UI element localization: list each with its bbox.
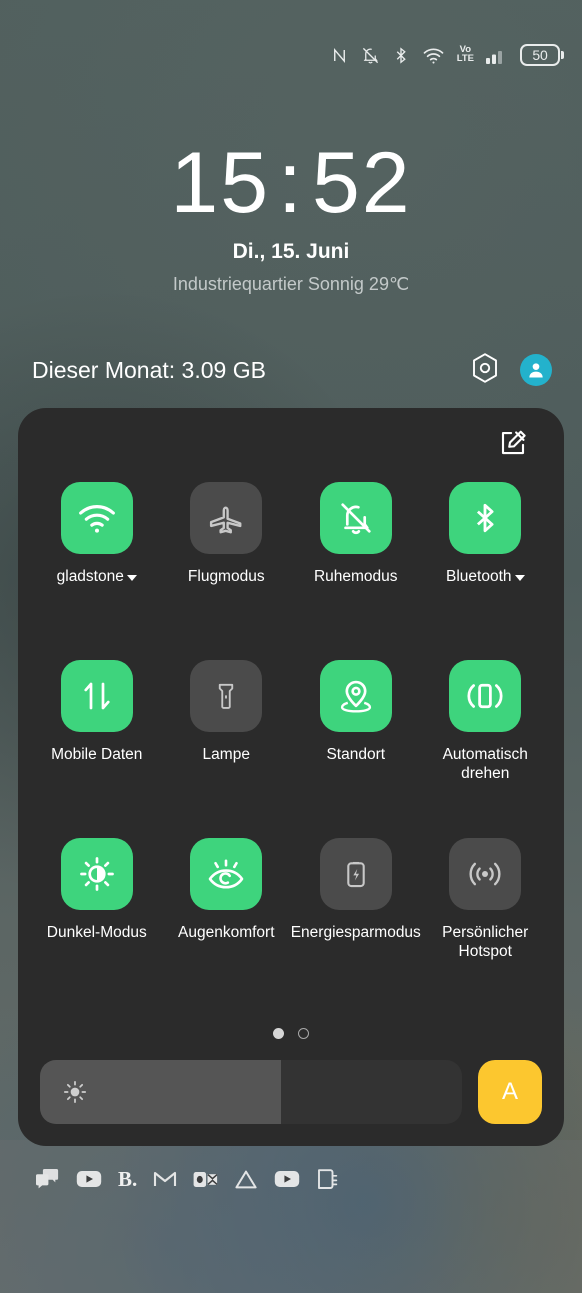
tile-label-flugmodus: Flugmodus [187,568,265,585]
quick-settings-panel: gladstone Flugmodus Ruhemodus Bluetooth … [18,408,564,1146]
tile-label-wrap: Dunkel-Modus [47,924,147,943]
tile-icon-battery-saver[interactable] [319,838,392,910]
drive-icon[interactable] [234,1169,258,1190]
chevron-down-icon[interactable] [514,575,525,581]
app-icon-strip: B. [36,1168,339,1190]
notes-icon[interactable] [316,1168,339,1190]
tile-icon-airplane[interactable] [190,482,263,554]
notifications-muted-icon [361,46,380,65]
tile-label-wrap: gladstone [57,568,137,587]
chevron-down-icon[interactable] [126,575,137,581]
b-app-icon[interactable]: B. [118,1168,137,1190]
battery-level-text: 50 [520,44,560,66]
tile-augenkomfort[interactable]: Augenkomfort [162,838,292,1016]
gmail-icon[interactable] [153,1169,177,1189]
nfc-icon [330,46,349,65]
outlook-icon[interactable] [193,1169,218,1190]
tile-label-wrap: Energiesparmodus [291,924,421,943]
clock-time: 15:52 [0,140,582,226]
tile-label-persoenlicher-hotspot: Persönlicher Hotspot [442,924,529,960]
tile-label-wrap: Automatisch drehen [424,746,546,784]
tile-label-wrap: Augenkomfort [178,924,275,943]
hexagon-settings-icon[interactable] [470,352,500,389]
tile-label-wrap: Persönlicher Hotspot [424,924,546,962]
tile-icon-bell-off[interactable] [319,482,392,554]
data-usage-text: Dieser Monat: 3.09 GB [32,356,266,383]
tile-label-wrap: Mobile Daten [51,746,142,765]
tile-persoenlicher-hotspot[interactable]: Persönlicher Hotspot [421,838,551,1016]
tile-flugmodus[interactable]: Flugmodus [162,482,292,660]
user-avatar-icon[interactable] [520,354,552,386]
tile-icon-bluetooth[interactable] [449,482,522,554]
brightness-row: A [18,1050,564,1124]
cellular-signal-icon [486,46,508,65]
tile-dunkel-modus[interactable]: Dunkel-Modus [32,838,162,1016]
tile-bluetooth[interactable]: Bluetooth [421,482,551,660]
page-dot-2[interactable] [298,1027,309,1039]
edit-pencil-icon[interactable] [498,428,528,463]
tile-lampe[interactable]: Lampe [162,660,292,838]
clock-hours: 15 [170,135,271,231]
youtube-icon[interactable] [76,1169,102,1189]
tile-icon-flashlight[interactable] [190,660,263,732]
data-usage-row: Dieser Monat: 3.09 GB [0,350,582,390]
tile-label-ruhemodus: Ruhemodus [313,568,398,585]
data-row-actions [470,352,552,389]
tile-label-bluetooth: Bluetooth [446,568,512,585]
page-indicator [18,1016,564,1050]
youtube-music-icon[interactable] [274,1169,300,1189]
volte-icon: Vo LTE [456,45,474,64]
tile-icon-dark-mode[interactable] [60,838,133,910]
tile-automatisch-drehen[interactable]: Automatisch drehen [421,660,551,838]
messages-icon[interactable] [36,1168,60,1190]
tile-label-dunkel-modus: Dunkel-Modus [46,924,147,941]
weather-text: Industriequartier Sonnig 29℃ [172,274,410,294]
tile-label-gladstone: gladstone [56,568,124,585]
tile-label-wrap: Flugmodus [188,568,265,587]
tile-mobile-daten[interactable]: Mobile Daten [32,660,162,838]
wifi-icon [422,46,445,65]
brightness-slider[interactable] [40,1060,462,1124]
brightness-sun-icon [62,1079,88,1105]
tile-ruhemodus[interactable]: Ruhemodus [291,482,421,660]
clock-date: Di., 15. Juni [232,240,350,263]
tile-label-wrap: Ruhemodus [314,568,398,587]
tile-gladstone[interactable]: gladstone [32,482,162,660]
tile-icon-hotspot[interactable] [449,838,522,910]
tile-label-wrap: Standort [326,746,385,765]
battery-indicator: 50 [520,44,564,66]
tile-icon-auto-rotate[interactable] [449,660,522,732]
auto-brightness-button[interactable]: A [478,1060,542,1124]
tile-icon-data-transfer[interactable] [60,660,133,732]
clock-minutes: 52 [311,135,412,231]
lockscreen-clock-area: 15:52 Di., 15. Juni Industriequartier So… [0,140,582,295]
tile-label-automatisch-drehen: Automatisch drehen [442,746,528,782]
tile-label-energiesparmodus: Energiesparmodus [290,924,421,941]
page-dot-1[interactable] [273,1027,284,1039]
clock-colon: : [278,135,304,231]
tile-icon-wifi[interactable] [60,482,133,554]
status-bar: Vo LTE 50 [0,0,582,110]
tile-label-lampe: Lampe [202,746,250,763]
tile-label-wrap: Lampe [203,746,250,765]
tile-standort[interactable]: Standort [291,660,421,838]
quick-settings-tiles: gladstone Flugmodus Ruhemodus Bluetooth … [18,482,564,1016]
tile-label-standort: Standort [326,746,386,763]
tile-icon-location-pin[interactable] [319,660,392,732]
volte-bottom-text: LTE [456,53,474,64]
tile-energiesparmodus[interactable]: Energiesparmodus [291,838,421,1016]
bluetooth-icon [392,46,410,65]
tile-label-augenkomfort: Augenkomfort [178,924,275,941]
tile-label-wrap: Bluetooth [446,568,525,587]
panel-header [18,408,564,482]
battery-cap [561,51,564,59]
tile-label-mobile-daten: Mobile Daten [51,746,143,763]
tile-icon-eye-comfort[interactable] [190,838,263,910]
